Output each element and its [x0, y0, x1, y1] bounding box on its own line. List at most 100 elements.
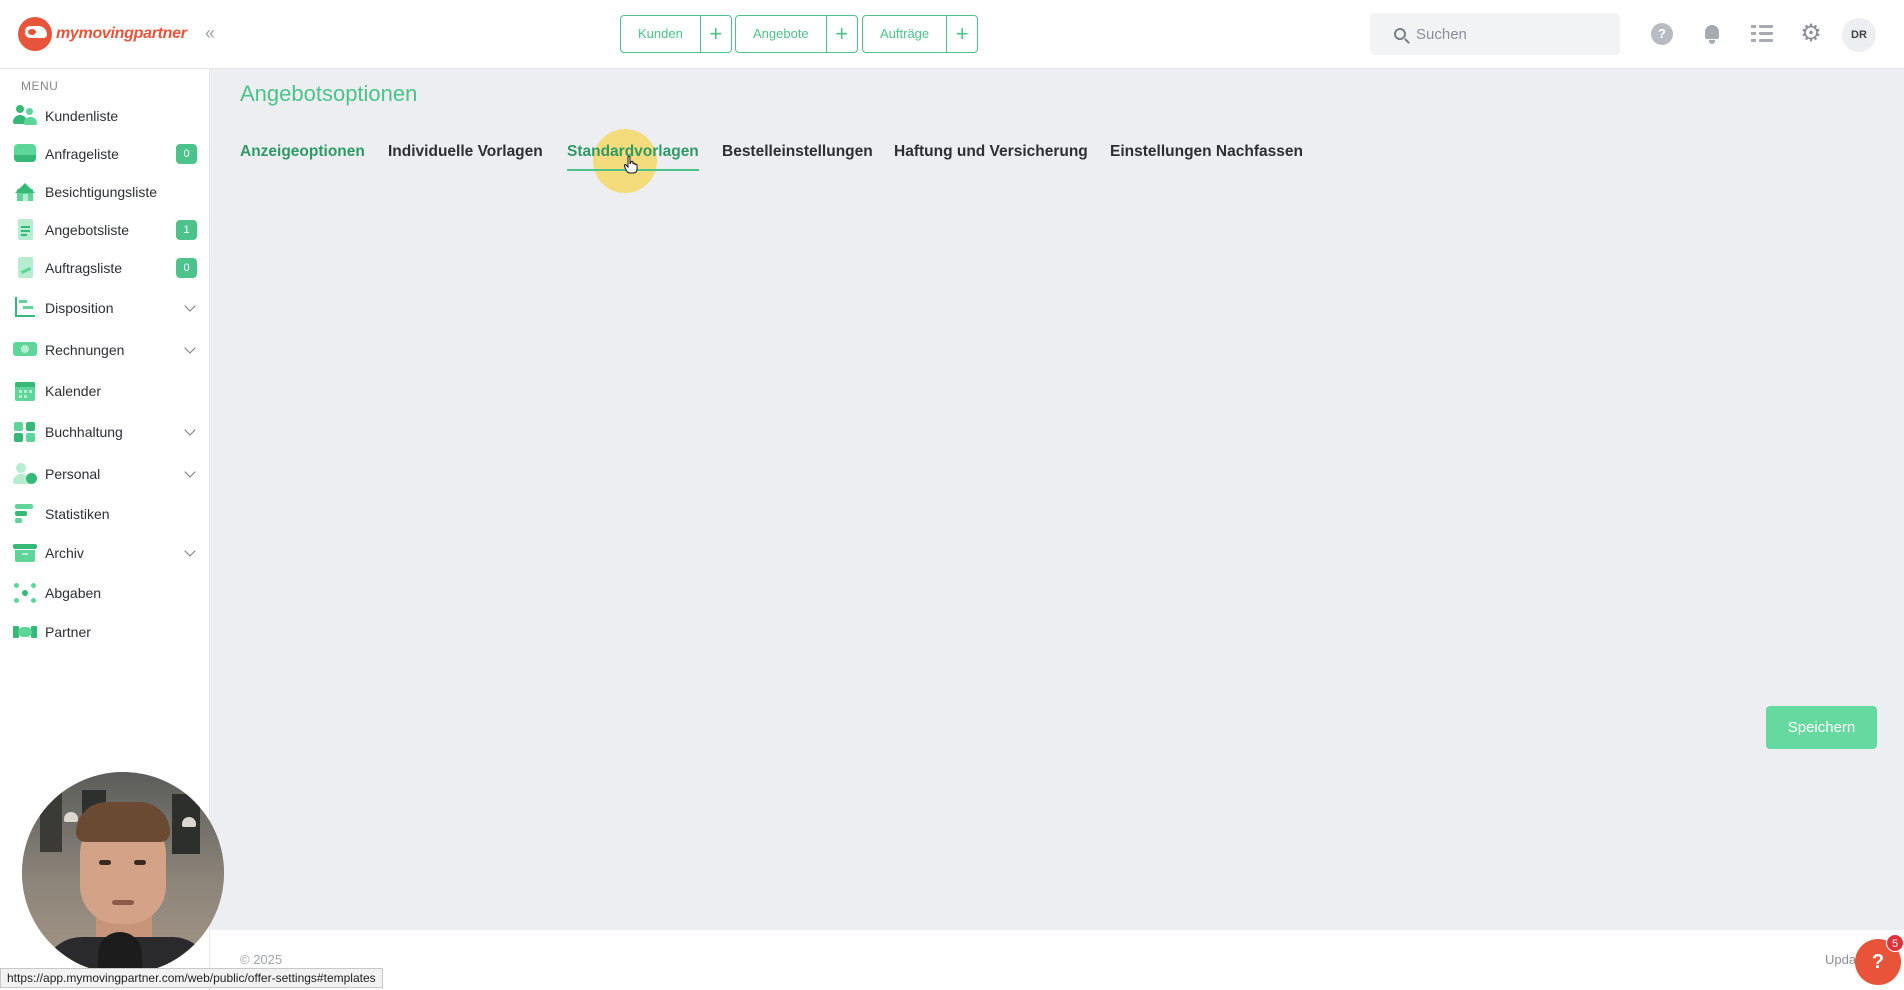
app-logo[interactable]: mymovingpartner	[18, 17, 187, 51]
sidebar-item-label: Abgaben	[45, 585, 102, 601]
logo-part-partner: partner	[133, 25, 187, 42]
copyright-text: © 2025	[240, 952, 283, 967]
sidebar-item-label: Kalender	[45, 383, 102, 399]
tab-anzeigeoptionen[interactable]: Anzeigeoptionen	[240, 143, 365, 173]
calendar-icon	[13, 380, 37, 402]
webcam-person-eye	[99, 860, 111, 865]
search-input[interactable]	[1416, 25, 1606, 43]
sidebar-item-label: Rechnungen	[45, 342, 125, 358]
sidebar-item-label: Auftragsliste	[45, 260, 123, 276]
chevron-down-icon[interactable]	[184, 466, 196, 478]
sidebar-item-archiv[interactable]: Archiv	[0, 538, 210, 568]
sidebar-item-auftragsliste[interactable]: Auftragsliste 0	[0, 253, 210, 283]
quick-action-kunden: Kunden +	[620, 15, 732, 53]
chevron-down-icon[interactable]	[184, 342, 196, 354]
task-list-icon[interactable]	[1751, 23, 1773, 45]
quick-action-angebote: Angebote +	[735, 15, 858, 53]
save-button[interactable]: Speichern	[1766, 706, 1877, 749]
hand-cursor-icon	[624, 156, 638, 174]
chevron-down-icon[interactable]	[184, 300, 196, 312]
auftraege-button[interactable]: Aufträge	[863, 16, 948, 52]
gear-icon[interactable]: ⚙	[1800, 22, 1822, 46]
add-angebot-plus-icon[interactable]: +	[827, 16, 857, 52]
update-text: Upda	[1825, 952, 1857, 967]
tab-einstellungen-nachfassen[interactable]: Einstellungen Nachfassen	[1110, 143, 1303, 173]
tab-bestelleinstellungen[interactable]: Bestelleinstellungen	[722, 143, 873, 173]
search-box	[1370, 13, 1620, 55]
count-badge: 1	[176, 220, 197, 240]
menu-caption: MENU	[21, 79, 59, 93]
contract-icon	[13, 257, 37, 279]
sidebar-item-label: Angebotsliste	[45, 222, 130, 238]
network-icon	[13, 582, 37, 604]
sidebar-item-abgaben[interactable]: Abgaben	[0, 578, 210, 608]
webcam-shelf	[40, 790, 62, 852]
sidebar-item-label: Besichtigungsliste	[45, 184, 158, 200]
money-icon	[13, 339, 37, 361]
bell-icon[interactable]	[1701, 23, 1723, 45]
logo-part-my: my	[56, 25, 79, 42]
footer: © 2025 Upda	[210, 930, 1904, 990]
help-icon[interactable]: ?	[1651, 23, 1673, 45]
task-line-1	[1759, 25, 1773, 28]
sidebar-item-partner[interactable]: Partner	[0, 617, 210, 647]
sidebar-item-label: Kundenliste	[45, 108, 119, 124]
house-icon	[13, 181, 37, 203]
sidebar-item-anfrageliste[interactable]: Anfrageliste 0	[0, 139, 210, 169]
document-icon	[13, 219, 37, 241]
browser-status-url: https://app.mymovingpartner.com/web/publ…	[0, 968, 383, 988]
webcam-lamp	[64, 812, 78, 822]
task-check-1	[1751, 25, 1756, 28]
help-notification-badge: 5	[1886, 934, 1904, 952]
sidebar-item-label: Archiv	[45, 545, 84, 561]
chevron-down-icon[interactable]	[184, 424, 196, 436]
ledger-icon	[13, 421, 37, 443]
stats-icon	[13, 503, 37, 525]
sidebar-item-kundenliste[interactable]: Kundenliste	[0, 101, 210, 131]
sidebar-item-label: Personal	[45, 466, 101, 482]
angebote-button[interactable]: Angebote	[736, 16, 827, 52]
quick-action-auftraege: Aufträge +	[862, 15, 979, 53]
webcam-person-hair	[76, 802, 170, 842]
task-check-3	[1751, 39, 1756, 42]
sidebar-item-personal[interactable]: Personal	[0, 459, 210, 489]
search-icon	[1394, 28, 1406, 40]
tab-individuelle-vorlagen[interactable]: Individuelle Vorlagen	[388, 143, 543, 173]
webcam-overlay	[22, 772, 224, 974]
sidebar-item-angebotsliste[interactable]: Angebotsliste 1	[0, 215, 210, 245]
sidebar-item-label: Anfrageliste	[45, 146, 119, 162]
sidebar-item-disposition[interactable]: Disposition	[0, 293, 210, 323]
sidebar-item-rechnungen[interactable]: Rechnungen	[0, 335, 210, 365]
sidebar-item-kalender[interactable]: Kalender	[0, 376, 210, 406]
avatar[interactable]: DR	[1842, 18, 1876, 52]
sidebar-item-besichtigungsliste[interactable]: Besichtigungsliste	[0, 177, 210, 207]
task-line-3	[1759, 39, 1773, 42]
archive-icon	[13, 542, 37, 564]
top-header: mymovingpartner « Kunden + Angebote + Au…	[0, 0, 1904, 69]
sidebar-item-buchhaltung[interactable]: Buchhaltung	[0, 417, 210, 447]
kunden-button[interactable]: Kunden	[621, 16, 701, 52]
sidebar-item-label: Partner	[45, 624, 91, 640]
page-title: Angebotsoptionen	[240, 81, 418, 106]
inbox-icon	[13, 143, 37, 165]
sidebar-item-label: Buchhaltung	[45, 424, 123, 440]
add-kunde-plus-icon[interactable]: +	[701, 16, 731, 52]
sidebar-item-statistiken[interactable]: Statistiken	[0, 499, 210, 529]
add-auftrag-plus-icon[interactable]: +	[947, 16, 977, 52]
logo-bird-icon	[18, 17, 52, 51]
gantt-icon	[13, 297, 37, 319]
webcam-person-mouth	[112, 900, 134, 905]
webcam-person-eye	[134, 860, 146, 865]
count-badge: 0	[176, 144, 197, 164]
staff-icon	[13, 463, 37, 485]
tab-haftung-und-versicherung[interactable]: Haftung und Versicherung	[894, 143, 1088, 173]
sidebar-item-label: Statistiken	[45, 506, 110, 522]
task-line-2	[1759, 32, 1773, 35]
users-icon	[13, 105, 37, 127]
collapse-sidebar-icon[interactable]: «	[200, 22, 220, 44]
webcam-lamp	[182, 817, 196, 827]
logo-text: mymovingpartner	[56, 25, 187, 43]
count-badge: 0	[176, 258, 197, 278]
task-check-2	[1751, 32, 1756, 35]
chevron-down-icon[interactable]	[184, 545, 196, 557]
